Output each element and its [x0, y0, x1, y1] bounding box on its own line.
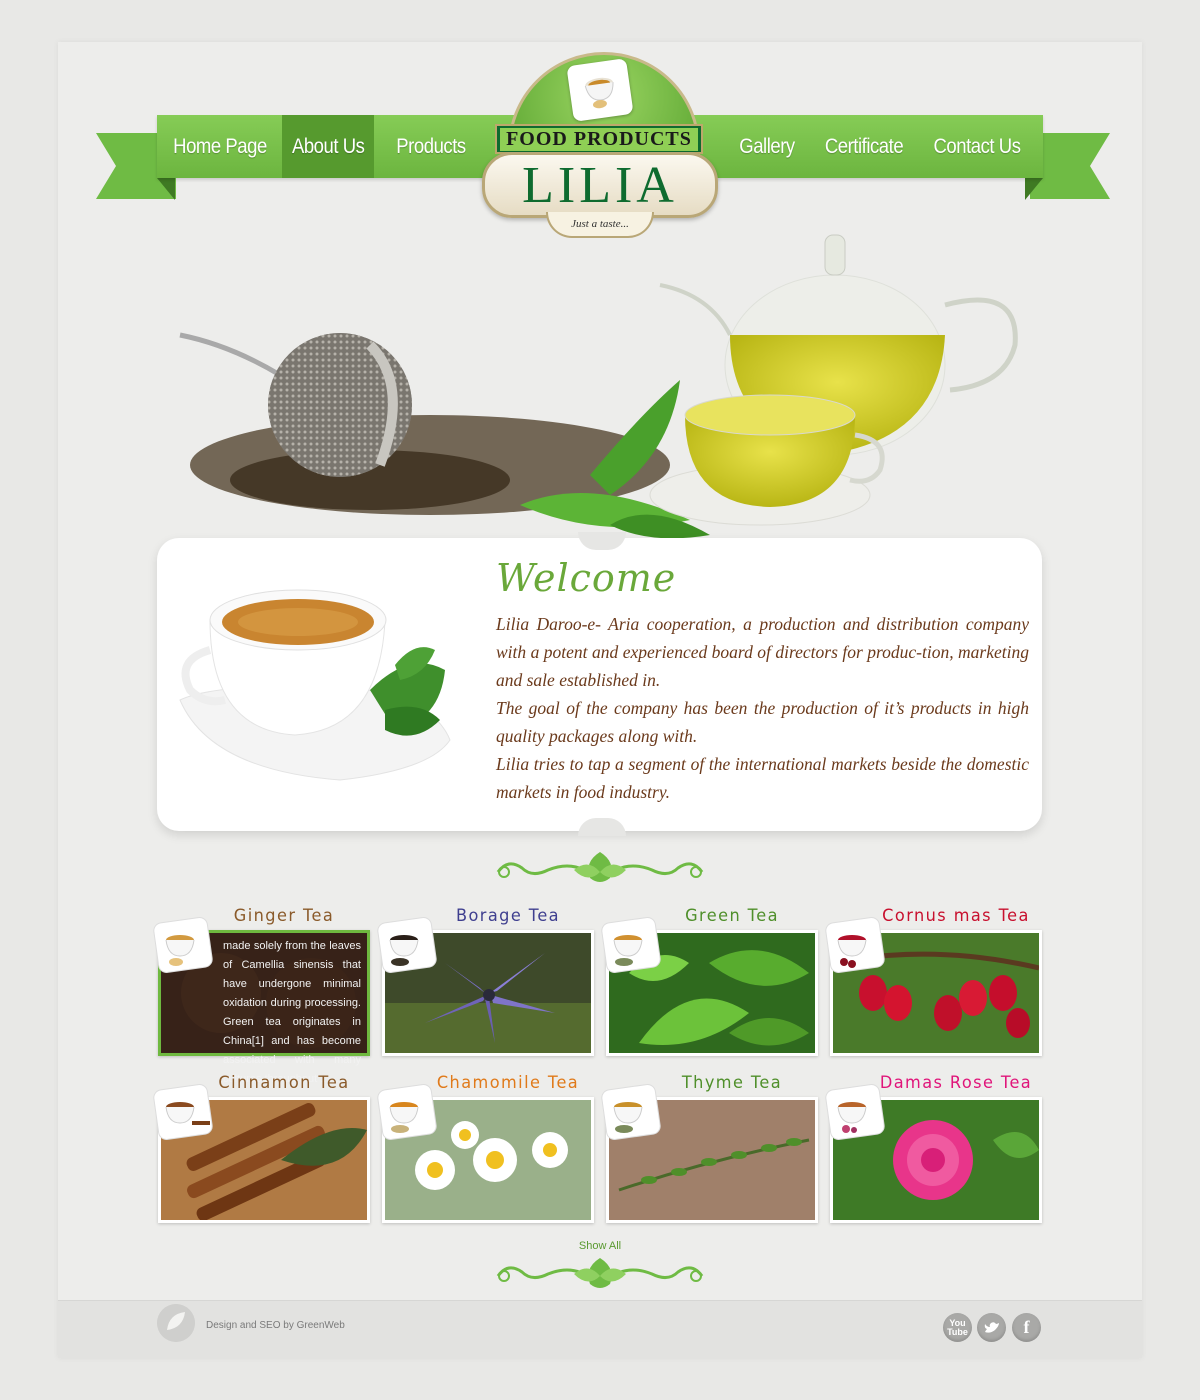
- welcome-title: Welcome: [496, 556, 677, 600]
- teacup-badge-icon: [153, 1084, 213, 1140]
- logo-wordmark[interactable]: LILIA: [482, 152, 718, 218]
- welcome-paragraph: Lilia Daroo-e- Aria cooperation, a produ…: [496, 614, 1029, 690]
- footer-credit[interactable]: Design and SEO by GreenWeb: [206, 1320, 345, 1331]
- twitter-bird-icon: [984, 1321, 999, 1333]
- product-title: Borage Tea: [455, 906, 561, 926]
- card-notch-bottom: [578, 818, 626, 836]
- teacup-badge-icon: [377, 1084, 437, 1140]
- ornament-divider-icon: [496, 852, 704, 882]
- welcome-teacup-image: [179, 589, 451, 781]
- welcome-paragraph: The goal of the company has been the pro…: [496, 698, 1029, 746]
- show-all-link[interactable]: Show All: [560, 1240, 640, 1252]
- product-title: Cinnamon Tea: [218, 1073, 350, 1093]
- product-title: Damas Rose Tea: [879, 1073, 1033, 1093]
- twitter-icon[interactable]: [977, 1313, 1006, 1342]
- product-title: Green Tea: [685, 906, 779, 926]
- logo-band: FOOD PRODUCTS: [495, 124, 703, 154]
- nav-certificate[interactable]: Certificate: [820, 115, 908, 178]
- product-card-thyme-tea[interactable]: Thyme Tea: [601, 1073, 818, 1233]
- nav-about-us[interactable]: About Us: [282, 115, 374, 178]
- teacup-badge-icon: [601, 917, 661, 973]
- teacup-badge-icon: [825, 917, 885, 973]
- nav-products[interactable]: Products: [390, 115, 473, 178]
- nav-about-us-label: About Us: [291, 134, 365, 158]
- logo-band-text: FOOD PRODUCTS: [500, 127, 698, 151]
- teacup-badge-icon: [153, 917, 213, 973]
- facebook-icon[interactable]: f: [1012, 1313, 1041, 1342]
- product-title: Chamomile Tea: [436, 1073, 580, 1093]
- product-card-damas-rose-tea[interactable]: Damas Rose Tea: [825, 1073, 1042, 1233]
- welcome-text: Lilia Daroo-e- Aria cooperation, a produ…: [496, 610, 1029, 806]
- welcome-paragraph: Lilia tries to tap a segment of the inte…: [496, 754, 1029, 802]
- product-card-cornus-mas-tea[interactable]: Cornus mas Tea: [825, 906, 1042, 1066]
- teacup-badge-icon: [825, 1084, 885, 1140]
- product-title: Ginger Tea: [233, 906, 335, 926]
- youtube-icon[interactable]: You Tube: [943, 1313, 972, 1342]
- product-card-ginger-tea[interactable]: Ginger Tea made solely from the leaves o…: [153, 906, 370, 1085]
- logo-teacup-icon: [566, 58, 634, 122]
- product-card-borage-tea[interactable]: Borage Tea: [377, 906, 594, 1066]
- product-title: Thyme Tea: [681, 1073, 783, 1093]
- product-card-green-tea[interactable]: Green Tea: [601, 906, 818, 1066]
- greenweb-leaf-icon[interactable]: [157, 1304, 195, 1342]
- product-title: Cornus mas Tea: [882, 906, 1030, 926]
- hero-tea-illustration: [179, 234, 1018, 539]
- nav-gallery[interactable]: Gallery: [733, 115, 802, 178]
- teacup-badge-icon: [377, 917, 437, 973]
- product-card-chamomile-tea[interactable]: Chamomile Tea: [377, 1073, 594, 1233]
- nav-contact-us[interactable]: Contact Us: [930, 115, 1023, 178]
- teacup-badge-icon: [601, 1084, 661, 1140]
- ornament-divider-icon: [496, 1258, 704, 1288]
- product-card-cinnamon-tea[interactable]: Cinnamon Tea: [153, 1073, 370, 1233]
- nav-home-page[interactable]: Home Page: [172, 115, 267, 178]
